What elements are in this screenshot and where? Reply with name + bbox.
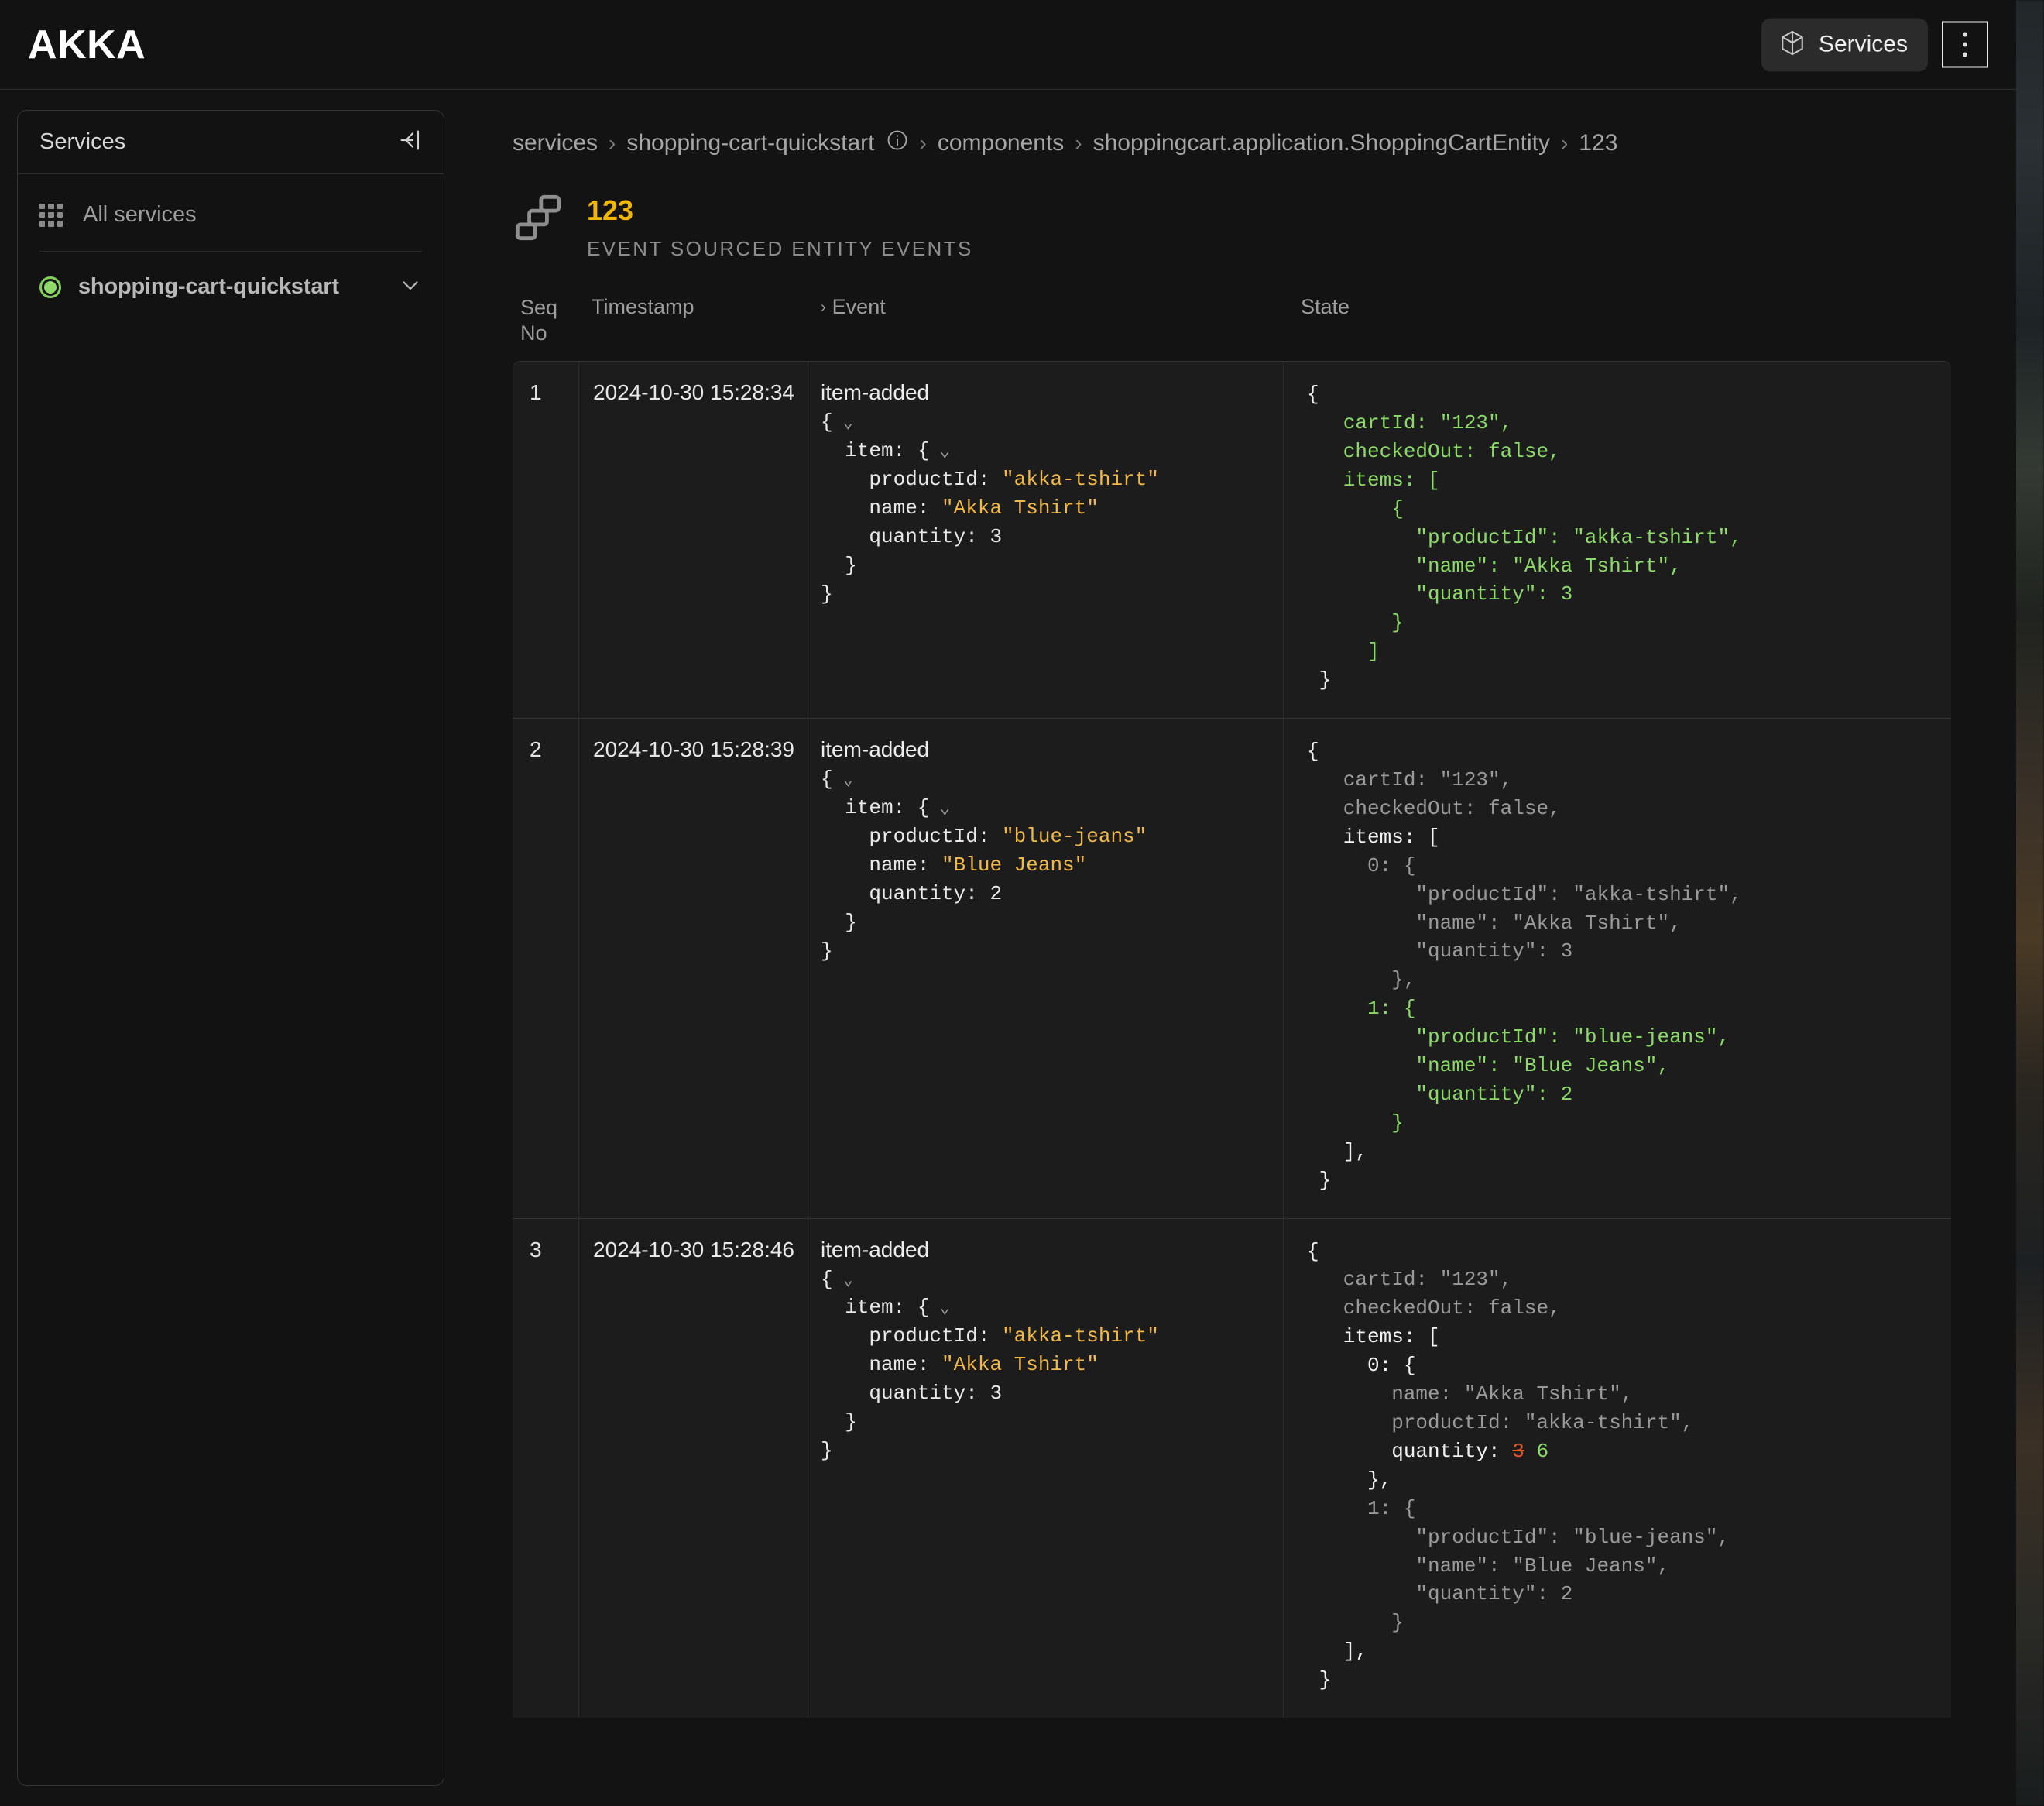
state-diff-added: 6 — [1536, 1440, 1548, 1463]
cell-state: { cartId: "123", checkedOut: false, item… — [1284, 1219, 1951, 1718]
main-panel: services › shopping-cart-quickstart › co… — [461, 90, 2016, 1806]
cell-event: item-added { ⌄ item: { ⌄ productId: "blu… — [808, 719, 1284, 1218]
sidebar-title: Services — [39, 129, 125, 155]
sidebar-header: Services — [18, 111, 444, 174]
state-diff-removed: 3 — [1512, 1440, 1524, 1463]
cell-seq-no: 3 — [513, 1219, 579, 1718]
state-json[interactable]: { cartId: "123", checkedOut: false, item… — [1307, 737, 1951, 1195]
sort-caret-icon: › — [821, 299, 826, 317]
kebab-dot — [1963, 43, 1967, 47]
event-json[interactable]: { ⌄ item: { ⌄ productId: "akka-tshirt" n… — [821, 408, 1283, 608]
cell-event: item-added { ⌄ item: { ⌄ productId: "akk… — [808, 1219, 1284, 1718]
status-dot-icon — [39, 276, 61, 298]
page-header: 123 EVENT SOURCED ENTITY EVENTS — [492, 158, 2016, 261]
services-button[interactable]: Services — [1761, 18, 1928, 71]
breadcrumb: services › shopping-cart-quickstart › co… — [492, 108, 2016, 158]
column-header-timestamp: Timestamp — [579, 295, 808, 348]
cell-timestamp: 2024-10-30 15:28:39 — [579, 719, 808, 1218]
desktop-wallpaper-sliver — [2013, 0, 2044, 1806]
table-row: 3 2024-10-30 15:28:46 item-added { ⌄ ite… — [513, 1219, 1951, 1718]
event-json[interactable]: { ⌄ item: { ⌄ productId: "blue-jeans" na… — [821, 765, 1283, 965]
kebab-dot — [1963, 53, 1967, 57]
cell-timestamp: 2024-10-30 15:28:46 — [579, 1219, 808, 1718]
column-header-event-label: Event — [832, 295, 886, 318]
breadcrumb-item-entity-id[interactable]: 123 — [1579, 130, 1617, 156]
cell-state: { cartId: "123", checkedOut: false, item… — [1284, 719, 1951, 1218]
event-json[interactable]: { ⌄ item: { ⌄ productId: "akka-tshirt" n… — [821, 1265, 1283, 1465]
content-area: Services All services — [0, 90, 2016, 1806]
akka-console-window: AKKA Services — [0, 0, 2016, 1806]
column-header-event[interactable]: › Event — [808, 295, 1284, 348]
sidebar-item-all-services[interactable]: All services — [18, 185, 444, 245]
cell-seq-no: 2 — [513, 719, 579, 1218]
event-name: item-added — [821, 1238, 1283, 1262]
more-vertical-icon[interactable] — [1942, 22, 1988, 68]
kebab-dot — [1963, 33, 1967, 37]
page-header-texts: 123 EVENT SOURCED ENTITY EVENTS — [587, 192, 973, 261]
breadcrumb-separator: › — [609, 131, 616, 156]
event-name: item-added — [821, 737, 1283, 762]
sidebar-item-label: shopping-cart-quickstart — [78, 274, 380, 300]
info-icon[interactable] — [886, 129, 909, 158]
column-header-state: State — [1284, 295, 1951, 348]
column-header-seq-no: Seq No — [513, 295, 579, 348]
page-title: 123 — [587, 195, 973, 226]
breadcrumb-separator: › — [1561, 131, 1568, 156]
page-subtitle: EVENT SOURCED ENTITY EVENTS — [587, 237, 973, 261]
top-bar: AKKA Services — [0, 0, 2016, 90]
topbar-actions: Services — [1761, 18, 1988, 71]
services-button-label: Services — [1819, 32, 1908, 58]
entity-blocks-icon — [513, 192, 564, 247]
breadcrumb-item-entity-class[interactable]: shoppingcart.application.ShoppingCartEnt… — [1093, 130, 1550, 156]
table-row: 1 2024-10-30 15:28:34 item-added { ⌄ ite… — [513, 362, 1951, 719]
cell-seq-no: 1 — [513, 362, 579, 718]
sidebar-item-label: All services — [83, 202, 197, 228]
breadcrumb-item-service[interactable]: shopping-cart-quickstart — [626, 130, 874, 156]
breadcrumb-item-services[interactable]: services — [513, 130, 598, 156]
sidebar-item-shopping-cart-quickstart[interactable]: shopping-cart-quickstart — [18, 252, 444, 322]
table-header-row: Seq No Timestamp › Event State — [513, 295, 1951, 362]
akka-logo: AKKA — [28, 22, 146, 68]
breadcrumb-item-components[interactable]: components — [938, 130, 1064, 156]
event-name: item-added — [821, 380, 1283, 405]
state-json[interactable]: { cartId: "123", checkedOut: false, item… — [1307, 380, 1951, 695]
sidebar-panel: Services All services — [17, 110, 444, 1786]
events-table: Seq No Timestamp › Event State 1 2024-10-… — [513, 295, 1951, 1718]
cube-icon — [1778, 29, 1806, 60]
sidebar-nav: All services shopping-cart-quickstart — [18, 174, 444, 322]
breadcrumb-separator: › — [920, 131, 927, 156]
cell-state: { cartId: "123", checkedOut: false, item… — [1284, 362, 1951, 718]
table-row: 2 2024-10-30 15:28:39 item-added { ⌄ ite… — [513, 719, 1951, 1219]
collapse-panel-icon[interactable] — [397, 127, 424, 157]
chevron-down-icon[interactable] — [397, 272, 424, 302]
grid-icon — [39, 204, 63, 227]
cell-timestamp: 2024-10-30 15:28:34 — [579, 362, 808, 718]
state-json[interactable]: { cartId: "123", checkedOut: false, item… — [1307, 1238, 1951, 1695]
table-body: 1 2024-10-30 15:28:34 item-added { ⌄ ite… — [513, 361, 1951, 1718]
breadcrumb-separator: › — [1075, 131, 1082, 156]
sidebar: Services All services — [0, 90, 461, 1806]
cell-event: item-added { ⌄ item: { ⌄ productId: "akk… — [808, 362, 1284, 718]
